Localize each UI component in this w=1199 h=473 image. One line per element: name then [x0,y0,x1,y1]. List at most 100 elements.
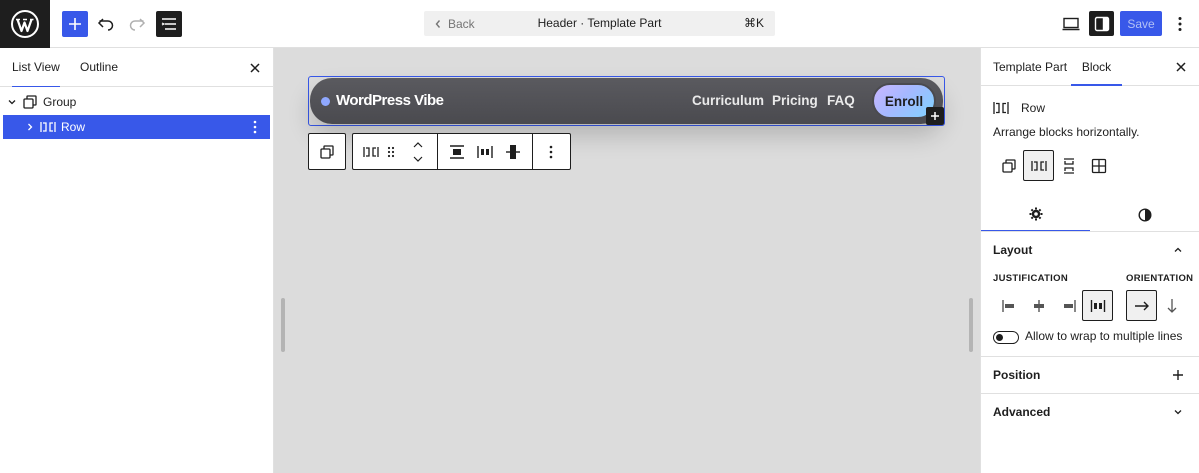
selected-row-block[interactable]: WordPress Vibe Curriculum Pricing FAQ En… [308,76,945,126]
close-sidebar-button[interactable] [1172,58,1190,76]
list-item-label: Group [43,95,77,109]
row-icon [1030,160,1047,171]
editor-top-bar: Back Header · Template Part ⌘K Save [0,0,1199,48]
justify-right-button[interactable] [1053,290,1084,321]
advanced-panel-header[interactable]: Advanced [981,393,1199,430]
redo-button[interactable] [124,11,150,37]
justify-space-between-icon [477,145,493,158]
site-logo-dot [321,97,330,106]
list-item-label: Row [61,120,86,134]
tab-list-view[interactable]: List View [12,48,60,87]
justify-space-between-button[interactable] [1082,290,1113,321]
block-options-button[interactable] [537,134,565,169]
chevron-up-icon[interactable] [1169,241,1187,259]
document-title: Header · Template Part [537,16,662,30]
justification-label: Justification [993,273,1068,284]
gear-icon [1029,207,1042,220]
tab-styles[interactable] [1090,197,1199,232]
layout-panel-title: Layout [993,243,1033,257]
redo-icon [129,18,146,31]
toolbar-divider [532,134,533,169]
list-item-row[interactable]: Row [3,115,270,139]
wordpress-logo-icon[interactable] [0,0,50,48]
layout-panel-header[interactable]: Layout [981,231,1199,268]
justify-left-icon [1001,299,1014,312]
nav-link-faq[interactable]: FAQ [827,78,855,124]
justification-button[interactable] [471,134,499,169]
tab-settings[interactable] [981,197,1090,232]
command-bar[interactable]: Back Header · Template Part ⌘K [424,11,775,36]
add-block-button[interactable] [926,107,944,125]
nav-link-pricing[interactable]: Pricing [772,78,818,124]
justify-left-button[interactable] [993,290,1024,321]
block-inspector-tabs [981,197,1199,232]
back-button[interactable]: Back [434,11,475,36]
tab-block[interactable]: Block [1071,48,1122,86]
drag-handle-icon [387,146,395,157]
orientation-horizontal-button[interactable] [1126,290,1157,321]
plus-icon[interactable] [1169,366,1187,384]
wrap-toggle[interactable] [993,331,1019,344]
view-button[interactable] [1058,11,1084,37]
arrow-down-icon [1167,298,1176,313]
align-full-icon [450,144,464,159]
tab-outline[interactable]: Outline [80,48,118,87]
list-item-group[interactable]: Group [3,90,270,114]
resize-handle-left[interactable] [281,298,285,352]
toggle-knob [996,334,1003,341]
orientation-vertical-button[interactable] [1156,290,1187,321]
chevron-left-icon [434,19,442,29]
justify-right-icon [1063,299,1076,312]
undo-icon [97,18,114,31]
back-label: Back [448,16,475,31]
close-icon [250,63,260,73]
variation-grid-button[interactable] [1083,150,1114,181]
variation-row-button[interactable] [1023,150,1054,181]
save-button[interactable]: Save [1120,11,1162,36]
justify-center-button[interactable] [1023,290,1054,321]
position-panel-header[interactable]: Position [981,356,1199,393]
row-icon [993,101,1009,115]
block-card: Row [993,98,1045,115]
plus-icon [69,18,81,30]
nav-link-curriculum[interactable]: Curriculum [692,78,764,124]
block-description: Arrange blocks horizontally. [993,125,1140,139]
stack-icon [1063,157,1074,174]
options-icon[interactable] [246,118,264,136]
block-name: Row [1021,101,1046,115]
site-header: WordPress Vibe Curriculum Pricing FAQ En… [310,78,943,124]
document-overview-button[interactable] [156,11,182,37]
variation-stack-button[interactable] [1053,150,1084,181]
block-inserter-button[interactable] [62,11,88,37]
drag-handle[interactable] [381,134,401,169]
chevron-down-icon[interactable] [3,93,21,111]
row-icon [39,118,57,136]
site-title[interactable]: WordPress Vibe [336,78,444,124]
align-button[interactable] [443,134,471,169]
styles-icon [1137,207,1152,222]
vertical-align-button[interactable] [499,134,527,169]
resize-handle-right[interactable] [969,298,973,352]
keyboard-shortcut: ⌘K [743,16,764,30]
parent-selector-toolbar [308,133,346,170]
move-up-down-buttons[interactable] [405,134,431,169]
settings-sidebar: Template Part Block Row Arrange blocks h… [980,48,1199,473]
row-icon [363,146,379,157]
settings-sidebar-button[interactable] [1089,11,1114,36]
left-panel-tabs: List View Outline [0,48,273,87]
desktop-view-icon [1062,17,1080,31]
close-icon [1176,62,1186,72]
chevron-down-icon[interactable] [1169,403,1187,421]
close-list-view-button[interactable] [246,59,264,77]
chevron-right-icon[interactable] [21,118,39,136]
editor-canvas: WordPress Vibe Curriculum Pricing FAQ En… [274,48,980,473]
variation-group-button[interactable] [993,150,1024,181]
undo-button[interactable] [93,11,119,37]
align-vertical-center-icon [506,144,520,159]
tab-template-part[interactable]: Template Part [993,48,1067,86]
block-toolbar [352,133,571,170]
position-panel-title: Position [993,368,1041,382]
options-button[interactable] [1169,11,1191,37]
group-icon [1001,158,1016,173]
select-parent-button[interactable] [313,134,341,169]
